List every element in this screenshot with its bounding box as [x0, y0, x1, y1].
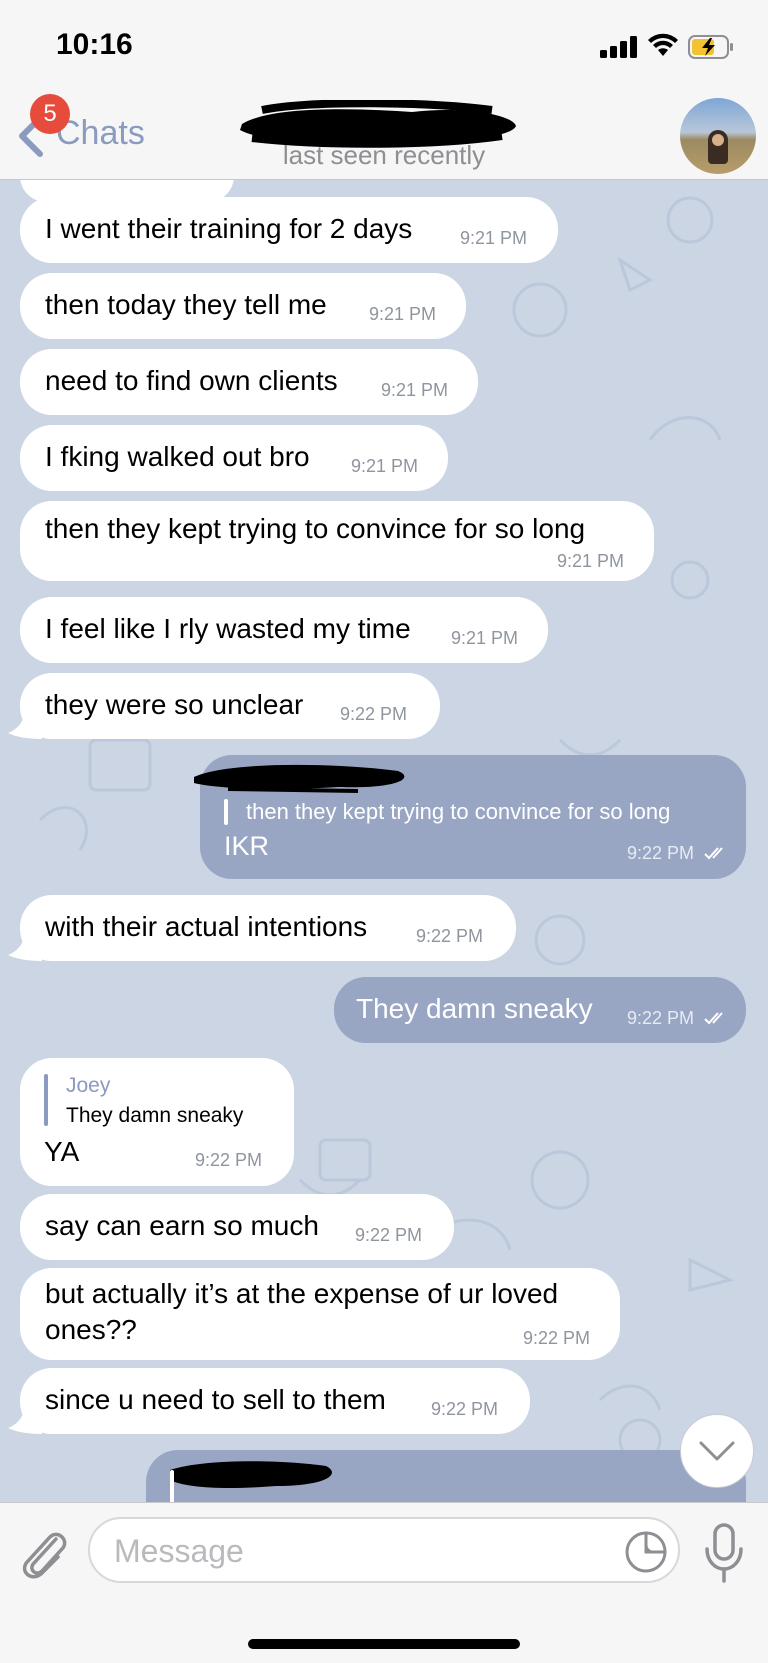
battery-charging-icon: [688, 35, 733, 59]
chevron-down-icon: [699, 1441, 735, 1461]
last-seen-status: last seen recently: [282, 140, 486, 170]
message-time: 9:22 PM: [416, 926, 484, 946]
message-text: I fking walked out bro: [45, 441, 310, 472]
message-text: then they kept trying to convince for so…: [45, 513, 586, 544]
message-time: 9:22 PM: [627, 843, 695, 863]
reply-indicator-bar: [170, 1470, 174, 1502]
bubble-tail: [8, 1408, 42, 1434]
message-time: 9:21 PM: [557, 551, 625, 571]
navigation-header: 10:16 Chats 5 last seen recently: [0, 0, 768, 180]
unread-count-badge: 5: [30, 94, 70, 134]
message-list[interactable]: I went their training for 2 days 9:21 PM…: [0, 180, 768, 1502]
message-time: 9:21 PM: [381, 380, 449, 400]
message-text: I feel like I rly wasted my time: [45, 613, 411, 644]
message-text: say can earn so much: [45, 1210, 319, 1241]
message-bubble-outgoing[interactable]: They damn sneaky 9:22 PM: [334, 977, 746, 1043]
message-bubble-incoming[interactable]: I went their training for 2 days 9:21 PM: [20, 197, 558, 263]
paperclip-icon[interactable]: [18, 1525, 68, 1581]
message-time: 9:22 PM: [355, 1225, 423, 1245]
reply-indicator-bar: [224, 799, 228, 825]
message-time: 9:21 PM: [451, 628, 519, 648]
read-checkmarks-icon: [704, 847, 723, 860]
redacted-reply-author: [194, 764, 405, 793]
scroll-to-bottom-button[interactable]: [680, 1414, 754, 1488]
read-checkmarks-icon: [704, 1012, 723, 1025]
message-bubble-incoming[interactable]: say can earn so much 9:22 PM: [20, 1194, 454, 1260]
message-text: then today they tell me: [45, 289, 327, 320]
message-composer: Message: [0, 1502, 768, 1663]
message-time: 9:21 PM: [351, 456, 419, 476]
message-bubble-incoming[interactable]: then today they tell me 9:21 PM: [20, 273, 466, 339]
message-bubble-incoming[interactable]: Joey They damn sneaky YA 9:22 PM: [20, 1058, 294, 1186]
reply-indicator-bar: [44, 1074, 48, 1126]
message-text: they were so unclear: [45, 689, 304, 720]
message-bubble-incoming[interactable]: need to find own clients 9:21 PM: [20, 349, 478, 415]
bubble-tail: [8, 935, 42, 961]
reply-author: Joey: [66, 1074, 111, 1097]
message-bubble-incoming[interactable]: I feel like I rly wasted my time 9:21 PM: [20, 597, 548, 663]
sticker-icon[interactable]: [625, 1531, 667, 1573]
bubble-tail: [8, 713, 42, 739]
reply-quote-text: They damn sneaky: [66, 1104, 244, 1127]
message-bubble-incoming[interactable]: they were so unclear 9:22 PM: [20, 673, 440, 739]
message-text: since u need to sell to them: [45, 1384, 386, 1415]
message-text: need to find own clients: [45, 365, 338, 396]
message-bubble-incoming[interactable]: but actually it’s at the expense of ur l…: [20, 1268, 620, 1360]
message-text: YA: [44, 1136, 80, 1167]
message-time: 9:21 PM: [369, 304, 437, 324]
message-bubble-incoming[interactable]: with their actual intentions 9:22 PM: [20, 895, 516, 961]
message-time: 9:22 PM: [627, 1008, 695, 1028]
message-time: 9:22 PM: [195, 1150, 263, 1170]
cellular-signal-icon: [600, 36, 638, 58]
message-time: 9:22 PM: [340, 704, 408, 724]
message-text-line-2: ones??: [45, 1314, 137, 1345]
message-bubble-incoming[interactable]: since u need to sell to them 9:22 PM: [20, 1368, 530, 1434]
redacted-reply-author: [170, 1461, 332, 1488]
message-placeholder: Message: [114, 1533, 244, 1569]
message-text: IKR: [224, 831, 270, 861]
wifi-icon: [648, 33, 678, 56]
microphone-icon[interactable]: [702, 1523, 746, 1583]
message-text: I went their training for 2 days: [45, 213, 413, 244]
message-bubble-incoming[interactable]: I fking walked out bro 9:21 PM: [20, 425, 448, 491]
message-text: They damn sneaky: [356, 993, 593, 1024]
message-time: 9:21 PM: [460, 228, 528, 248]
home-indicator: [248, 1639, 520, 1649]
contact-avatar[interactable]: [680, 98, 756, 174]
message-bubble-outgoing-partial[interactable]: [146, 1450, 746, 1502]
message-input[interactable]: Message: [88, 1517, 680, 1583]
message-bubble-outgoing[interactable]: then they kept trying to convince for so…: [194, 755, 746, 879]
message-text: with their actual intentions: [45, 911, 368, 942]
message-time: 9:22 PM: [523, 1328, 591, 1348]
message-bubble-incoming[interactable]: then they kept trying to convince for so…: [20, 501, 654, 581]
message-time: 9:22 PM: [431, 1399, 499, 1419]
reply-quote-text: then they kept trying to convince for so…: [246, 799, 671, 824]
status-time: 10:16: [56, 28, 133, 61]
message-text-line-1: but actually it’s at the expense of ur l…: [45, 1278, 559, 1309]
